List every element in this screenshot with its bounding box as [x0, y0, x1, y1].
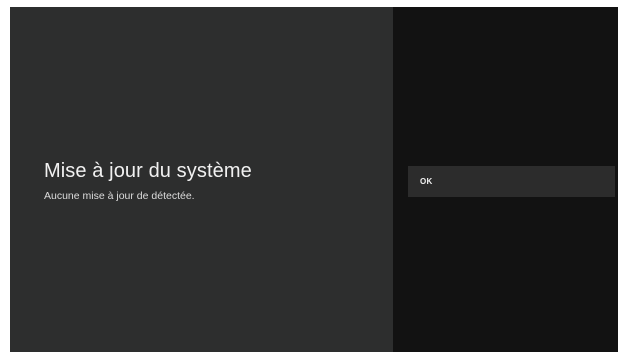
dialog-actions-pane: OK: [393, 7, 618, 352]
dialog-title: Mise à jour du système: [44, 160, 252, 182]
dialog-guidance-pane: Mise à jour du système Aucune mise à jou…: [10, 7, 393, 352]
dialog-message: Aucune mise à jour de détectée.: [44, 190, 195, 202]
tv-screen: Mise à jour du système Aucune mise à jou…: [10, 7, 618, 352]
ok-button[interactable]: OK: [408, 166, 615, 197]
